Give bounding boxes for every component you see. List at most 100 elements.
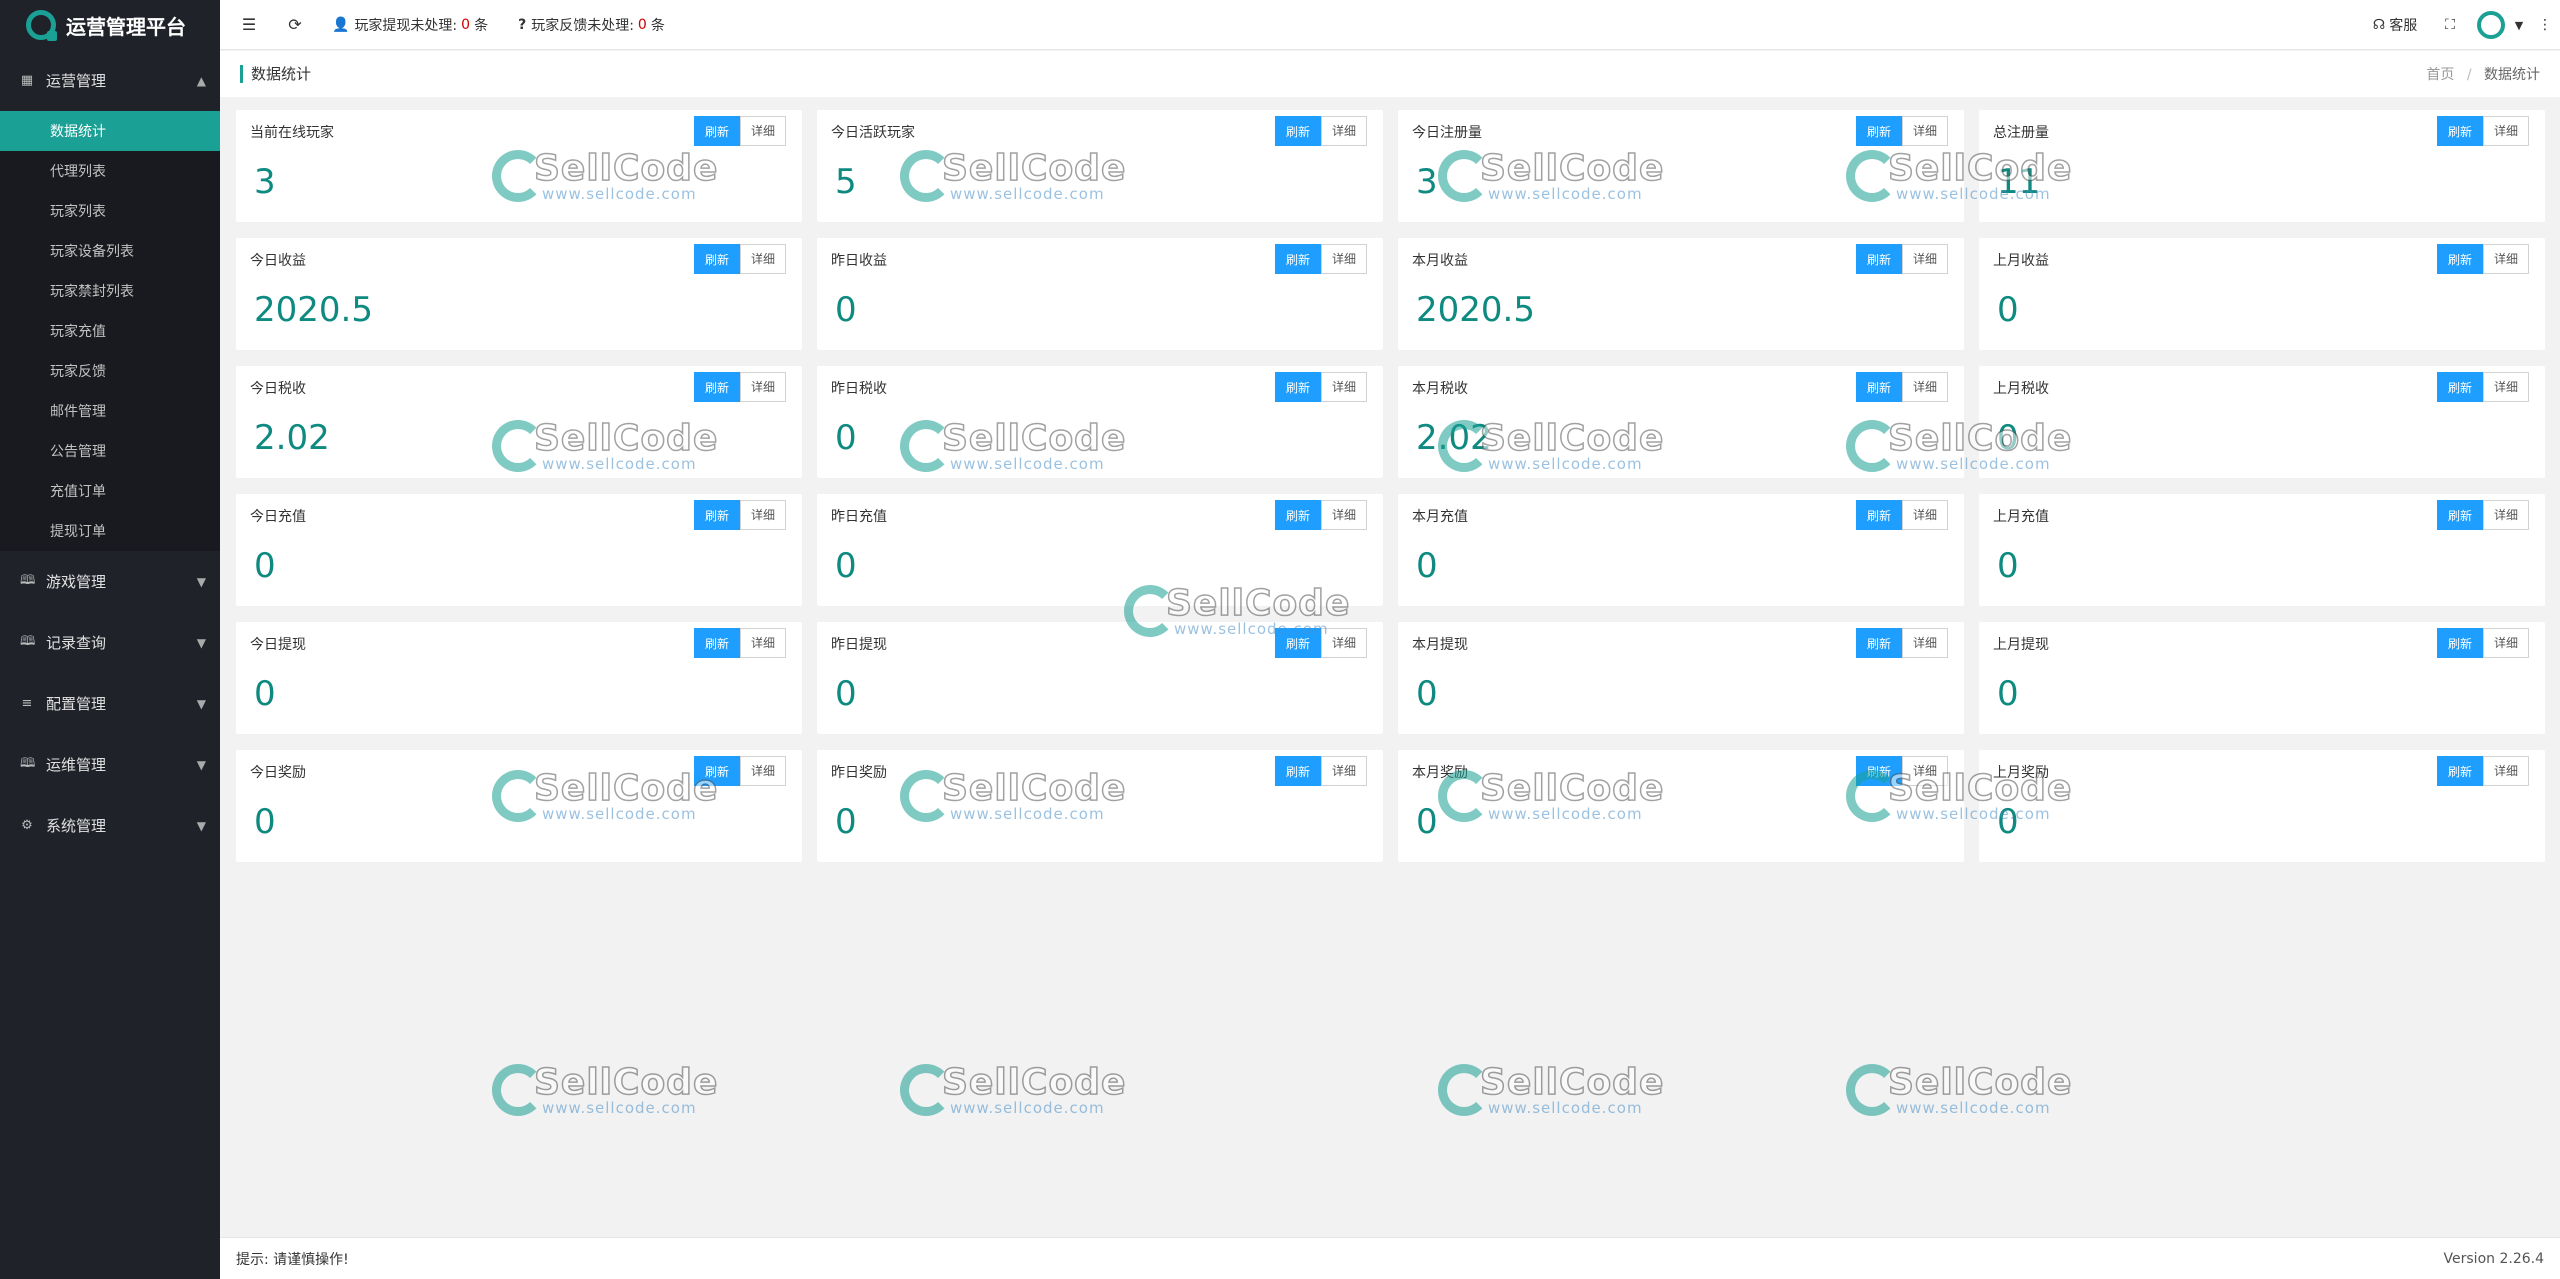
detail-button[interactable]: 详细: [1320, 372, 1367, 402]
stat-card-actions: 刷新 详细: [1274, 372, 1367, 402]
watermark-brand: SellCode: [533, 1061, 719, 1103]
indent-icon: ☰: [241, 15, 257, 34]
sidebar-item[interactable]: 公告管理: [0, 431, 220, 471]
refresh-button[interactable]: 刷新: [693, 628, 740, 658]
sidebar-group-header[interactable]: 🕮 运维管理 ▼: [0, 734, 220, 795]
sidebar-item[interactable]: 代理列表: [0, 151, 220, 191]
stat-card-actions: 刷新 详细: [693, 628, 786, 658]
refresh-button[interactable]: 刷新: [2436, 500, 2483, 530]
detail-button[interactable]: 详细: [1901, 628, 1948, 658]
sidebar-group-label: 配置管理: [46, 695, 107, 713]
sidebar-group: ⚙ 系统管理 ▼: [0, 795, 220, 856]
refresh-button[interactable]: 刷新: [1855, 372, 1902, 402]
stat-label: 今日收益: [250, 253, 306, 269]
refresh-button[interactable]: 刷新: [693, 756, 740, 786]
refresh-button[interactable]: 刷新: [2436, 116, 2483, 146]
sidebar-item[interactable]: 玩家列表: [0, 191, 220, 231]
detail-button[interactable]: 详细: [1901, 756, 1948, 786]
sidebar-group: ≡ 配置管理 ▼: [0, 673, 220, 734]
detail-button[interactable]: 详细: [1901, 500, 1948, 530]
sidebar-group-header[interactable]: 🕮 记录查询 ▼: [0, 612, 220, 673]
stat-value: 0: [1416, 674, 1438, 714]
refresh-button[interactable]: 刷新: [2436, 372, 2483, 402]
refresh-button[interactable]: 刷新: [1274, 628, 1321, 658]
detail-button[interactable]: 详细: [1320, 500, 1367, 530]
fullscreen-button[interactable]: ⛶: [2430, 0, 2470, 50]
sidebar-group-header[interactable]: ▦ 运营管理 ▲: [0, 50, 220, 111]
headset-icon: ☊: [2372, 17, 2386, 33]
detail-button[interactable]: 详细: [1320, 756, 1367, 786]
sidebar-item[interactable]: 数据统计: [0, 111, 220, 151]
more-options-button[interactable]: ⋮: [2530, 0, 2560, 50]
detail-button[interactable]: 详细: [2482, 372, 2529, 402]
refresh-button[interactable]: 刷新: [2436, 244, 2483, 274]
detail-button[interactable]: 详细: [2482, 500, 2529, 530]
sidebar-item[interactable]: 邮件管理: [0, 391, 220, 431]
detail-button[interactable]: 详细: [2482, 756, 2529, 786]
refresh-button[interactable]: 刷新: [1274, 372, 1321, 402]
refresh-button[interactable]: 刷新: [2436, 756, 2483, 786]
refresh-button[interactable]: 刷新: [1274, 500, 1321, 530]
menu-collapse-button[interactable]: ☰: [226, 0, 272, 50]
stat-card: 上月充值 刷新 详细 0: [1979, 494, 2545, 606]
sidebar-item[interactable]: 玩家反馈: [0, 351, 220, 391]
sidebar-item[interactable]: 玩家充值: [0, 311, 220, 351]
refresh-button[interactable]: 刷新: [1274, 756, 1321, 786]
refresh-button[interactable]: 刷新: [1855, 756, 1902, 786]
sidebar-item[interactable]: 充值订单: [0, 471, 220, 511]
refresh-button[interactable]: 刷新: [1855, 628, 1902, 658]
customer-service-button[interactable]: ☊ 客服: [2360, 0, 2430, 50]
watermark: SellCode www.sellcode.com: [490, 1061, 719, 1116]
stat-value: 3: [1416, 162, 1438, 202]
sellcode-logo-icon: [490, 1064, 544, 1116]
sidebar-item[interactable]: 提现订单: [0, 511, 220, 551]
refresh-icon: ⟳: [288, 15, 302, 34]
book-icon: 🕮: [20, 633, 36, 649]
sidebar-item[interactable]: 玩家设备列表: [0, 231, 220, 271]
refresh-button[interactable]: 刷新: [1855, 244, 1902, 274]
detail-button[interactable]: 详细: [739, 372, 786, 402]
stat-label: 昨日提现: [831, 637, 887, 653]
stat-card: 昨日收益 刷新 详细 0: [817, 238, 1383, 350]
breadcrumb-home[interactable]: 首页: [2426, 67, 2454, 83]
sidebar-group-header[interactable]: ⚙ 系统管理 ▼: [0, 795, 220, 856]
detail-button[interactable]: 详细: [1901, 372, 1948, 402]
refresh-button[interactable]: 刷新: [1855, 500, 1902, 530]
detail-button[interactable]: 详细: [1320, 116, 1367, 146]
refresh-button[interactable]: 刷新: [693, 244, 740, 274]
feedback-pending-note[interactable]: ? 玩家反馈未处理: 0 条: [518, 15, 665, 35]
sidebar-item[interactable]: 玩家禁封列表: [0, 271, 220, 311]
sidebar-group-header[interactable]: 🕮 游戏管理 ▼: [0, 551, 220, 612]
detail-button[interactable]: 详细: [1320, 244, 1367, 274]
detail-button[interactable]: 详细: [2482, 628, 2529, 658]
sidebar-group-header[interactable]: ≡ 配置管理 ▼: [0, 673, 220, 734]
stat-value: 0: [835, 546, 857, 586]
detail-button[interactable]: 详细: [739, 756, 786, 786]
stat-card-actions: 刷新 详细: [2436, 628, 2529, 658]
withdraw-pending-note[interactable]: 👤 玩家提现未处理: 0 条: [332, 15, 488, 35]
stat-value: 0: [254, 546, 276, 586]
detail-button[interactable]: 详细: [739, 500, 786, 530]
watermark: SellCode www.sellcode.com: [1436, 1063, 1664, 1116]
detail-button[interactable]: 详细: [739, 628, 786, 658]
refresh-button[interactable]: 刷新: [1855, 116, 1902, 146]
stat-card-actions: 刷新 详细: [2436, 500, 2529, 530]
detail-button[interactable]: 详细: [2482, 116, 2529, 146]
refresh-page-button[interactable]: ⟳: [272, 0, 318, 50]
refresh-button[interactable]: 刷新: [2436, 628, 2483, 658]
app-logo[interactable]: 运营管理平台: [0, 0, 220, 50]
detail-button[interactable]: 详细: [1901, 244, 1948, 274]
refresh-button[interactable]: 刷新: [693, 116, 740, 146]
stat-card-actions: 刷新 详细: [693, 116, 786, 146]
stat-card: 本月提现 刷新 详细 0: [1398, 622, 1964, 734]
detail-button[interactable]: 详细: [739, 244, 786, 274]
refresh-button[interactable]: 刷新: [1274, 116, 1321, 146]
detail-button[interactable]: 详细: [1320, 628, 1367, 658]
refresh-button[interactable]: 刷新: [693, 500, 740, 530]
detail-button[interactable]: 详细: [1901, 116, 1948, 146]
detail-button[interactable]: 详细: [2482, 244, 2529, 274]
refresh-button[interactable]: 刷新: [693, 372, 740, 402]
user-menu[interactable]: ▼: [2470, 0, 2530, 50]
detail-button[interactable]: 详细: [739, 116, 786, 146]
refresh-button[interactable]: 刷新: [1274, 244, 1321, 274]
